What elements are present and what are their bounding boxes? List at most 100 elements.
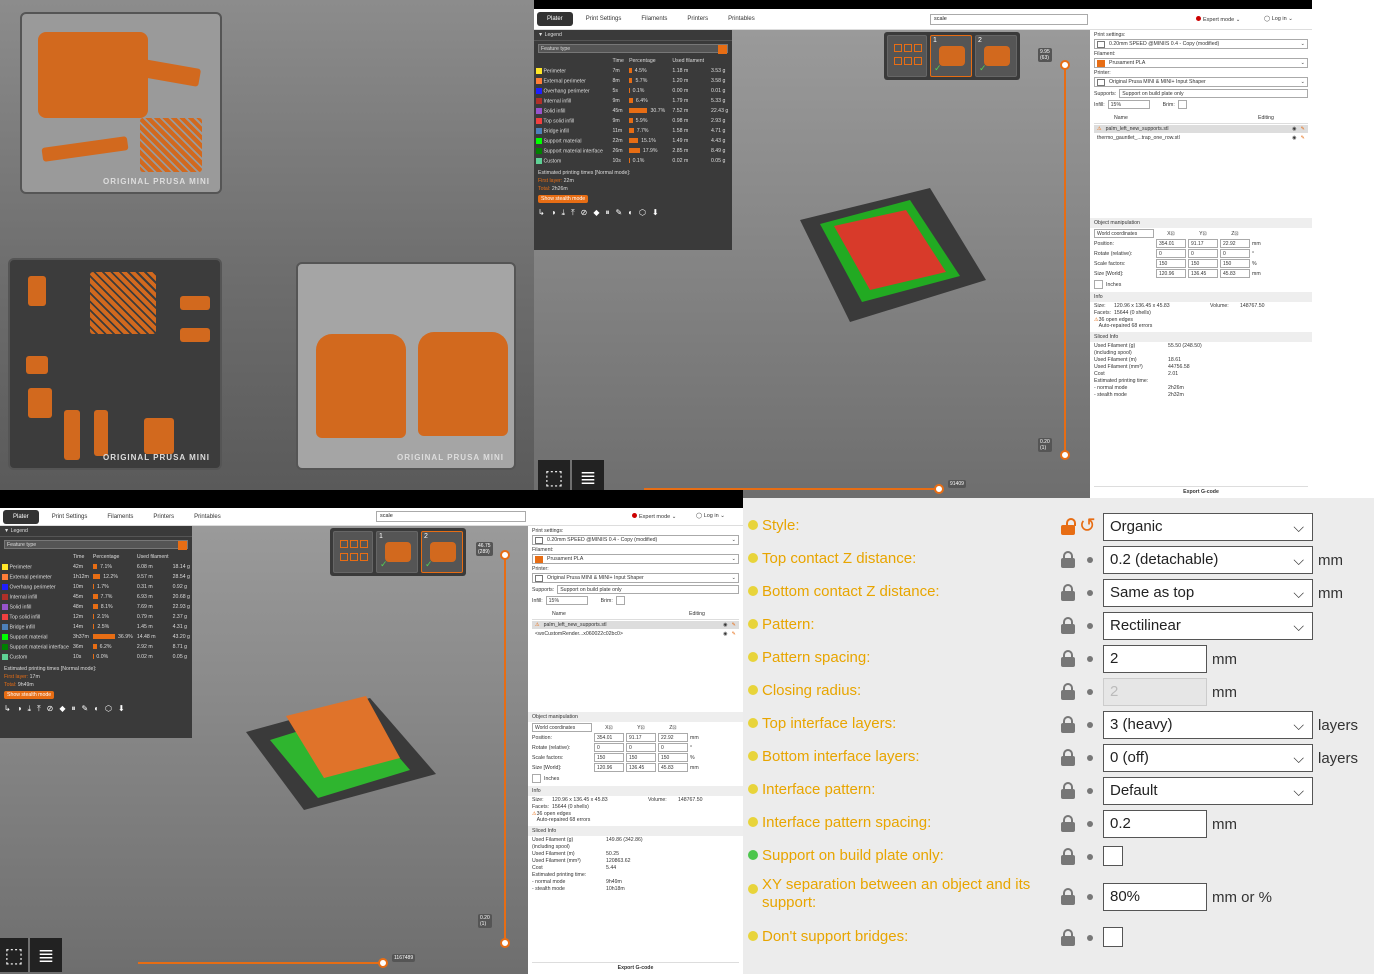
legend-row[interactable]: Support material interface 36m 6.2% 2.92 m 8…	[0, 642, 192, 652]
tab-print-settings[interactable]: Print Settings	[576, 9, 632, 29]
rotate-field[interactable]: 0	[1156, 249, 1186, 258]
seam-icon[interactable]: ⊘	[581, 208, 588, 218]
color-change-icon[interactable]: ◆	[593, 208, 599, 218]
infill-dropdown[interactable]: 15%	[545, 596, 588, 605]
rotate-field[interactable]: 0	[594, 743, 624, 752]
setting-input[interactable]: 2	[1103, 645, 1207, 673]
login-button[interactable]: ◯ Log in ⌄	[1264, 16, 1293, 22]
scale-field[interactable]: 150	[1188, 259, 1218, 268]
arrange-icon[interactable]	[333, 531, 373, 573]
edit-icon[interactable]: ✎	[1301, 135, 1305, 141]
color-change-icon[interactable]: ◆	[59, 704, 65, 714]
travel-icon[interactable]: ↳	[538, 208, 545, 218]
legend-row[interactable]: Perimeter 42m 7.1% 6.08 m 18.14 g	[0, 562, 192, 572]
wipe-icon[interactable]: ◑	[17, 704, 22, 714]
custom-gcode-icon[interactable]: ✎	[82, 704, 89, 714]
setting-checkbox[interactable]	[1103, 927, 1123, 947]
undo-icon[interactable]: ↺	[1079, 516, 1096, 536]
search-input[interactable]: scale	[376, 511, 526, 522]
legend-row[interactable]: Support material 22m 15.1% 1.49 m 4.43 g	[534, 136, 732, 146]
position-field[interactable]: 91.17	[1188, 239, 1218, 248]
expert-mode-dropdown[interactable]: Expert mode ⌄	[632, 513, 676, 520]
legend-row[interactable]: Top solid infill 12m 2.1% 0.79 m 2.37 g	[0, 612, 192, 622]
size-field[interactable]: 45.83	[1220, 269, 1250, 278]
tab-printables[interactable]: Printables	[184, 507, 231, 527]
plate-thumb-2[interactable]: 2 ✓	[975, 35, 1017, 77]
legend-row[interactable]: Solid infill 48m 8.1% 7.69 m 22.93 g	[0, 602, 192, 612]
size-field[interactable]: 45.83	[658, 763, 688, 772]
legend-row[interactable]: Top solid infill 9m 5.9% 0.98 m 2.93 g	[534, 116, 732, 126]
deretraction-icon[interactable]: ⤒	[571, 208, 575, 218]
infill-dropdown[interactable]: 15%	[1107, 100, 1150, 109]
brim-checkbox[interactable]	[1177, 100, 1187, 109]
unlock-icon[interactable]	[1061, 518, 1076, 535]
setting-checkbox[interactable]	[1103, 846, 1123, 866]
move-slider[interactable]	[138, 958, 388, 968]
legend-row[interactable]: Support material 3h37m 36.9% 14.48 m 43.20 g	[0, 632, 192, 642]
size-field[interactable]: 136.45	[1188, 269, 1218, 278]
object-list-item[interactable]: ⚠ palm_left_new_supports.stl ◉ ✎	[532, 621, 739, 629]
legend-row[interactable]: External perimeter 1h12m 12.2% 9.57 m 28.54 …	[0, 572, 192, 582]
lock-icon[interactable]	[1061, 617, 1075, 634]
legend-row[interactable]: Overhang perimeter 5s 0.1% 0.00 m 0.01 g	[534, 86, 732, 96]
position-field[interactable]: 354.01	[1156, 239, 1186, 248]
tab-printers[interactable]: Printers	[677, 9, 718, 29]
setting-select[interactable]: 0.2 (detachable) ⌵	[1103, 546, 1313, 574]
retraction-icon[interactable]: ⤓	[562, 208, 566, 218]
supports-dropdown[interactable]: Support on build plate only	[1119, 89, 1308, 98]
object-list-item[interactable]: ⚠ palm_left_new_supports.stl ◉ ✎	[1094, 125, 1308, 133]
legend-row[interactable]: Overhang perimeter 10m 1.7% 0.31 m 0.92 g	[0, 582, 192, 592]
legend-header[interactable]: ▼ Legend	[0, 526, 192, 537]
position-field[interactable]: 91.17	[626, 733, 656, 742]
coordinate-system-dropdown[interactable]: World coordinates	[1094, 229, 1154, 238]
inches-checkbox[interactable]	[532, 774, 541, 783]
plate-thumb-1[interactable]: 1 ✓	[376, 531, 418, 573]
filament-dropdown[interactable]: Prusament PLA ⌄	[1094, 58, 1308, 68]
tab-filaments[interactable]: Filaments	[631, 9, 677, 29]
preview-layers-icon[interactable]: ≣	[30, 938, 62, 972]
setting-input[interactable]: 0.2	[1103, 810, 1207, 838]
eye-icon[interactable]: ◉	[723, 631, 728, 637]
rotate-field[interactable]: 0	[1188, 249, 1218, 258]
lock-icon[interactable]	[1061, 848, 1075, 865]
position-field[interactable]: 22.92	[1220, 239, 1250, 248]
rotate-field[interactable]: 0	[626, 743, 656, 752]
lock-icon[interactable]	[1061, 888, 1075, 905]
pause-icon[interactable]: ⏸	[606, 208, 610, 218]
size-field[interactable]: 120.96	[1156, 269, 1186, 278]
center-of-gravity-icon[interactable]: ◐	[628, 208, 633, 218]
tab-printables[interactable]: Printables	[718, 9, 765, 29]
legend-header[interactable]: ▼ Legend	[534, 30, 732, 41]
3d-view-icon[interactable]: ⬚	[0, 938, 28, 972]
arrange-icon[interactable]	[887, 35, 927, 77]
legend-row[interactable]: Perimeter 7m 4.5% 1.18 m 3.53 g	[534, 66, 732, 76]
plate-thumb-1[interactable]: 1 ✓	[930, 35, 972, 77]
lock-icon[interactable]	[1061, 782, 1075, 799]
pause-icon[interactable]: ⏸	[72, 704, 76, 714]
scale-field[interactable]: 150	[626, 753, 656, 762]
size-field[interactable]: 120.96	[594, 763, 624, 772]
legend-row[interactable]: Internal infill 9m 6.4% 1.79 m 5.33 g	[534, 96, 732, 106]
lock-icon[interactable]	[1061, 749, 1075, 766]
preview-layers-icon[interactable]: ≣	[572, 460, 604, 494]
object-list-item[interactable]: thermo_gauntlet_...trap_one_row.stl ◉ ✎	[1094, 134, 1308, 142]
show-stealth-mode-button[interactable]: Show stealth mode	[4, 691, 55, 699]
lock-icon[interactable]	[1061, 650, 1075, 667]
tab-print-settings[interactable]: Print Settings	[42, 507, 98, 527]
layer-slider[interactable]	[1060, 60, 1070, 460]
export-gcode-button[interactable]: Export G-code	[1094, 486, 1308, 496]
wipe-icon[interactable]: ◑	[551, 208, 556, 218]
tool-marker-icon[interactable]: ⬇	[652, 208, 659, 218]
size-field[interactable]: 136.45	[626, 763, 656, 772]
legend-row[interactable]: Custom 10s 0.0% 0.02 m 0.05 g	[0, 652, 192, 662]
tool-marker-icon[interactable]: ⬇	[118, 704, 125, 714]
printer-dropdown[interactable]: Original Prusa MINI & MINI+ Input Shaper…	[532, 573, 739, 583]
scale-field[interactable]: 150	[1156, 259, 1186, 268]
tab-plater[interactable]: Plater	[3, 509, 39, 524]
shells-icon[interactable]: ⬡	[105, 704, 112, 714]
edit-icon[interactable]: ✎	[1301, 126, 1305, 132]
supports-dropdown[interactable]: Support on build plate only	[557, 585, 739, 594]
legend-row[interactable]: Bridge infill 14m 2.5% 1.45 m 4.31 g	[0, 622, 192, 632]
legend-row[interactable]: External perimeter 8m 5.7% 1.20 m 3.58 g	[534, 76, 732, 86]
position-field[interactable]: 22.92	[658, 733, 688, 742]
